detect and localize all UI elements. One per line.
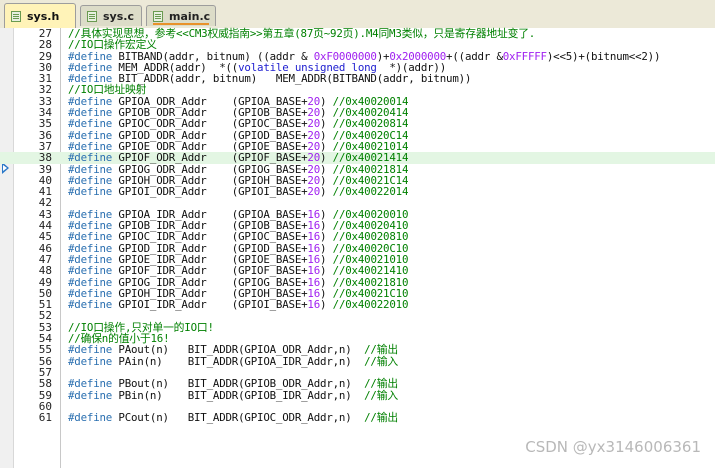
code-token: #define [68, 411, 119, 425]
code-token: PBin(n) BIT_ADDR(GPIOB_IDR_Addr,n) [118, 388, 365, 402]
code-token: #define [68, 185, 119, 199]
tab-label: sys.h [27, 10, 60, 23]
file-tab-bar: sys.h sys.c main.c [0, 0, 715, 29]
tab-sys-c[interactable]: sys.c [80, 5, 142, 26]
code-token: #define [68, 298, 119, 312]
line-number: 28 [38, 38, 52, 52]
line-number: 55 [38, 343, 52, 357]
code-token: ) [320, 298, 333, 312]
code-token: 20 [307, 185, 321, 199]
code-token: //0x40022014 [332, 185, 409, 199]
file-icon [11, 11, 21, 22]
code-token: GPIOI_ODR_Addr (GPIOI_BASE+ [118, 185, 308, 199]
tab-sys-h[interactable]: sys.h [4, 3, 76, 28]
code-line[interactable]: 61 #define PCout(n) BIT_ADDR(GPIOC_ODR_Ad… [0, 411, 715, 425]
code-text: #define PCout(n) BIT_ADDR(GPIOC_ODR_Addr… [68, 412, 398, 423]
tab-label: sys.c [103, 10, 134, 23]
code-token: 16 [307, 298, 321, 312]
line-number: 58 [38, 377, 52, 391]
tab-main-c[interactable]: main.c [146, 5, 216, 26]
line-number: 61 [38, 411, 52, 425]
watermark: CSDN @yx3146006361 [525, 438, 701, 456]
code-line[interactable]: 56 #define PAin(n) BIT_ADDR(GPIOA_IDR_Add… [0, 354, 715, 368]
code-token: //输入 [364, 388, 398, 402]
file-icon [87, 11, 97, 22]
code-token: #define [68, 388, 119, 402]
code-token: BIT_ADDR(addr, bitnum) MEM_ADDR(BITBAND(… [118, 72, 472, 86]
code-token: )<<5)+(bitnum<<2)) [546, 49, 661, 63]
code-token: GPIOI_IDR_Addr (GPIOI_BASE+ [118, 298, 308, 312]
code-line[interactable]: 59 #define PBin(n) BIT_ADDR(GPIOB_IDR_Add… [0, 388, 715, 402]
code-text: #define PBin(n) BIT_ADDR(GPIOB_IDR_Addr,… [68, 388, 398, 402]
code-token: //输入 [364, 354, 398, 368]
line-number: 45 [38, 230, 52, 244]
code-token: ) [320, 185, 333, 199]
code-text: #define GPIOI_ODR_Addr (GPIOI_BASE+20) /… [68, 186, 408, 197]
code-text: #define GPIOI_IDR_Addr (GPIOI_BASE+16) /… [68, 299, 408, 310]
file-icon [153, 11, 163, 22]
code-token: 0xFFFFF [502, 49, 547, 63]
code-token: //输出 [364, 411, 398, 425]
code-token: #define [68, 354, 119, 368]
code-line[interactable]: 41 #define GPIOI_ODR_Addr (GPIOI_BASE+20)… [0, 186, 715, 198]
tab-modified-underline [153, 23, 209, 25]
line-number: 38 [38, 151, 52, 165]
code-lines: 27//具体实现思想，参考<<CM3权威指南>>第五章(87页~92页).M4同… [0, 28, 715, 423]
code-editor[interactable]: 27//具体实现思想，参考<<CM3权威指南>>第五章(87页~92页).M4同… [0, 28, 715, 468]
code-text: #define PAin(n) BIT_ADDR(GPIOA_IDR_Addr,… [68, 354, 398, 368]
code-token: PCout(n) BIT_ADDR(GPIOC_ODR_Addr,n) [118, 411, 365, 425]
line-number: 48 [38, 264, 52, 278]
line-number: 35 [38, 117, 52, 131]
code-token: +((addr & [446, 49, 503, 63]
code-token: //0x40022010 [332, 298, 409, 312]
code-line[interactable]: 51 #define GPIOI_IDR_Addr (GPIOI_BASE+16)… [0, 299, 715, 311]
code-token: PAin(n) BIT_ADDR(GPIOA_IDR_Addr,n) [118, 354, 365, 368]
